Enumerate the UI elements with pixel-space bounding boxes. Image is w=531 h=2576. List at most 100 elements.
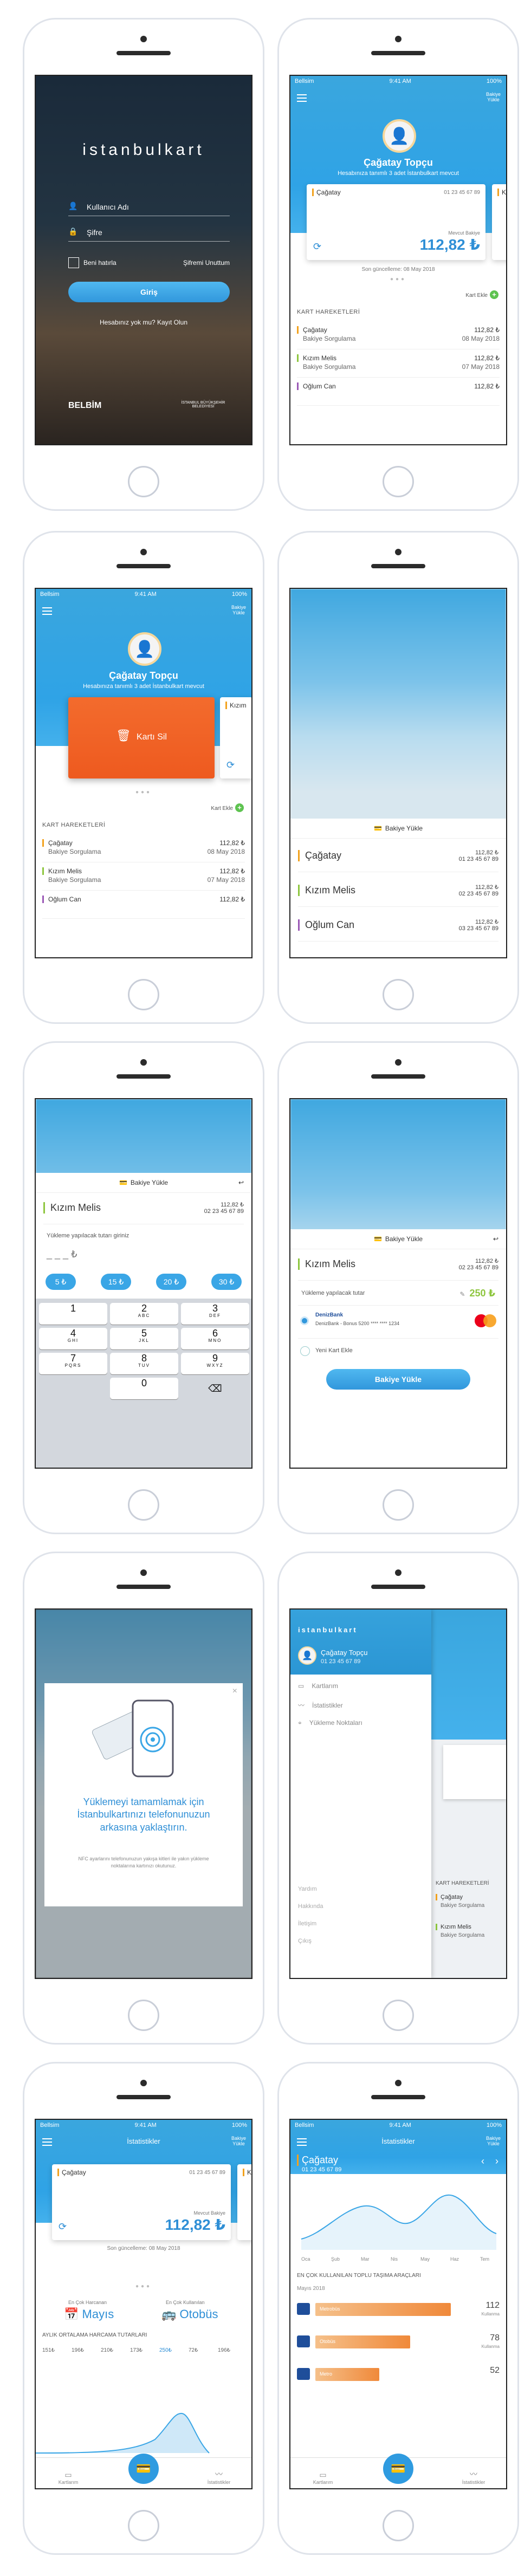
home-button[interactable] (383, 2000, 414, 2031)
key-5[interactable]: 5 JKL (110, 1328, 178, 1349)
home-button[interactable] (383, 466, 414, 497)
key-4[interactable]: 4 GHI (39, 1328, 107, 1349)
register-link[interactable]: Hesabınız yok mu? Kayıt Olun (36, 319, 251, 326)
key-number: 6 (212, 1328, 218, 1339)
card-item[interactable]: Çağatay 01 23 45 67 89 ⟳ Mevcut Bakiye 11… (52, 2164, 231, 2240)
table-row[interactable]: Oğlum Can 112,82 ₺ (42, 893, 245, 919)
home-button[interactable] (128, 2000, 159, 2031)
menu-item-cards[interactable]: ▭ Kartlarım (298, 1682, 338, 1690)
add-card-button[interactable]: Kart Ekle + (465, 290, 498, 299)
table-row[interactable]: Kızım Melis Bakiye Sorgulama 112,82 ₺ 07 Ma… (297, 352, 500, 378)
username-field[interactable]: 👤 Kullanıcı Adı (68, 199, 230, 216)
delete-card-panel[interactable]: 🗑 Kartı Sil (68, 697, 215, 778)
list-item[interactable]: Çağatay 112,82 ₺ 01 23 45 67 89 (298, 842, 498, 872)
topup-center-button[interactable]: 💳 (383, 2454, 413, 2484)
tab-cards[interactable]: ▭ Kartlarım (47, 2470, 90, 2485)
home-button[interactable] (128, 2510, 159, 2541)
list-item[interactable]: Kızım Melis 112,82 ₺ 02 23 45 67 89 (298, 877, 498, 907)
radio-selected[interactable] (300, 1316, 309, 1325)
forgot-password-link[interactable]: Şifremi Unuttum (183, 259, 230, 267)
remember-checkbox[interactable] (68, 257, 79, 268)
pencil-icon[interactable]: ✎ (459, 1290, 465, 1298)
amount-30-button[interactable]: 30 ₺ (211, 1274, 242, 1290)
tab-stats[interactable]: 〰 İstatistikler (452, 2469, 495, 2485)
table-row[interactable]: Çağatay Bakiye Sorgulama 112,82 ₺ 08 May 20… (297, 324, 500, 349)
menu-icon[interactable] (42, 607, 52, 617)
user-name: Çağatay Topçu (109, 670, 178, 681)
topup-shortcut[interactable]: Bakiye Yükle (231, 2136, 246, 2147)
menu-footer-contact[interactable]: İletişim (298, 1920, 316, 1927)
new-card-option[interactable]: Yeni Kart Ekle (298, 1340, 498, 1361)
topup-shortcut[interactable]: Bakiye Yükle (486, 92, 501, 103)
menu-footer-about[interactable]: Hakkında (298, 1903, 323, 1910)
home-button[interactable] (128, 1489, 159, 1521)
back-icon[interactable]: ↩ (493, 1229, 498, 1249)
topup-center-button[interactable]: 💳 (128, 2454, 159, 2484)
radio-empty[interactable] (300, 1346, 310, 1356)
close-icon[interactable]: × (232, 1686, 237, 1696)
topup-shortcut[interactable]: Bakiye Yükle (231, 605, 246, 616)
underlying-header (431, 1610, 506, 1740)
monthly-value: 250₺ (159, 2347, 172, 2353)
backspace-key[interactable]: ⌫ (181, 1378, 249, 1399)
back-icon[interactable]: ↩ (238, 1173, 244, 1192)
refresh-icon[interactable]: ⟳ (313, 241, 321, 252)
menu-user-number: 01 23 45 67 89 (321, 1658, 361, 1665)
list-item[interactable]: Oğlum Can 112,82 ₺ 03 23 45 67 89 (298, 912, 498, 942)
amount-15-button[interactable]: 15 ₺ (101, 1274, 131, 1290)
key-3[interactable]: 3 DEF (181, 1303, 249, 1325)
key-7[interactable]: 7 PQRS (39, 1353, 107, 1374)
menu-icon[interactable] (297, 94, 307, 104)
card-peek[interactable]: Kızım (237, 2164, 251, 2240)
table-row[interactable]: Çağatay Bakiye Sorgulama 112,82 ₺ 08 May 20… (42, 837, 245, 862)
add-card-button[interactable]: Kart Ekle + (211, 803, 244, 812)
refresh-icon[interactable]: ⟳ (226, 760, 235, 771)
tab-stats[interactable]: 〰 İstatistikler (197, 2469, 241, 2485)
card-reader-icon: 💳 (136, 2462, 151, 2475)
key-8[interactable]: 8 TUV (110, 1353, 178, 1374)
key-2[interactable]: 2 ABC (110, 1303, 178, 1325)
key-0[interactable]: 0 (110, 1378, 178, 1399)
monthly-title: AYLIK ORTALAMA HARCAMA TUTARLARI (42, 2332, 147, 2338)
card-number: 01 23 45 67 89 (444, 190, 480, 196)
saved-card-option[interactable]: DenizBank DenizBank - Bonus 5200 **** **… (298, 1305, 498, 1339)
topup-confirm-screen: 💳 Bakiye Yükle ↩ Kızım Melis 112,82 ₺ 02 23… (289, 1098, 507, 1469)
key-number: 4 (70, 1328, 76, 1339)
password-field[interactable]: 🔒 Şifre (68, 225, 230, 242)
menu-footer-help[interactable]: Yardım (298, 1886, 317, 1892)
person-amount: 112,82 ₺ (221, 1202, 244, 1208)
card-peek[interactable]: Kızım ⟳ (220, 697, 251, 778)
amount-20-button[interactable]: 20 ₺ (156, 1274, 186, 1290)
prev-arrow-icon[interactable]: ‹ (481, 2156, 484, 2167)
peek-row-1: Çağatay (436, 1894, 463, 1900)
amount-input[interactable]: _ _ _ ₺ (47, 1249, 77, 1260)
topup-line2: Yükle (487, 2140, 500, 2146)
home-button[interactable] (383, 1489, 414, 1521)
card-peek[interactable]: Kızım (492, 184, 506, 260)
usage-count: 78 (490, 2333, 500, 2343)
menu-item-stats[interactable]: 〰 İstatistikler (298, 1701, 343, 1710)
refresh-icon[interactable]: ⟳ (59, 2221, 67, 2233)
home-button[interactable] (383, 2510, 414, 2541)
tx-type: Bakiye Sorgulama (48, 848, 101, 855)
topup-submit-button[interactable]: Bakiye Yükle (326, 1369, 470, 1390)
key-1[interactable]: 1 (39, 1303, 107, 1325)
camera-dot (140, 36, 147, 42)
next-arrow-icon[interactable]: › (495, 2156, 498, 2167)
balance-value: 112,82 ₺ (165, 2216, 225, 2233)
table-row[interactable]: Oğlum Can 112,82 ₺ (297, 380, 500, 406)
menu-item-locations[interactable]: ⌖ Yükleme Noktaları (298, 1719, 362, 1727)
menu-footer-logout[interactable]: Çıkış (298, 1938, 312, 1944)
key-9[interactable]: 9 WXYZ (181, 1353, 249, 1374)
home-button[interactable] (128, 466, 159, 497)
key-6[interactable]: 6 MNO (181, 1328, 249, 1349)
home-button[interactable] (383, 979, 414, 1010)
table-row[interactable]: Kızım Melis Bakiye Sorgulama 112,82 ₺ 07 Ma… (42, 865, 245, 891)
home-button[interactable] (128, 979, 159, 1010)
underlying-page: KART HAREKETLERİ Çağatay Bakiye Sorgulam… (431, 1610, 506, 1978)
card-item[interactable]: Çağatay 01 23 45 67 89 ⟳ Mevcut Bakiye 11… (307, 184, 485, 260)
amount-5-button[interactable]: 5 ₺ (46, 1274, 76, 1290)
tab-cards[interactable]: ▭ Kartlarım (301, 2470, 345, 2485)
topup-shortcut[interactable]: Bakiye Yükle (486, 2136, 501, 2147)
login-button[interactable]: Giriş (68, 282, 230, 302)
